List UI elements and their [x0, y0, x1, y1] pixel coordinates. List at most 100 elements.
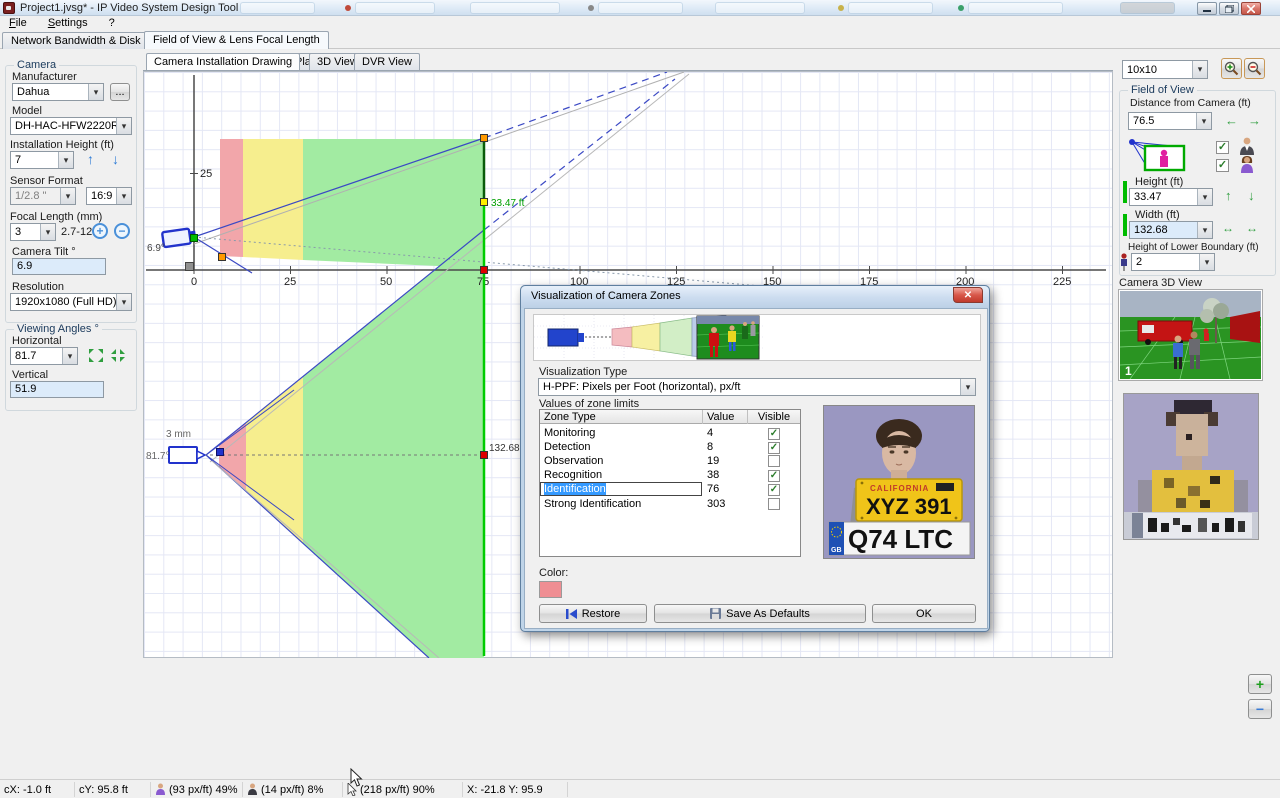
- menu-help[interactable]: ?: [100, 16, 124, 31]
- sensor-size-select[interactable]: 1/2.8 "▾: [10, 187, 76, 205]
- model-select[interactable]: DH-HAC-HFW2220RP-▾: [10, 117, 132, 135]
- distance-select[interactable]: 76.5▾: [1128, 112, 1212, 130]
- zone-row-detection[interactable]: Detection 8 ✓: [540, 440, 800, 454]
- zone-row-recognition[interactable]: Recognition 38 ✓: [540, 468, 800, 482]
- chevron-down-icon[interactable]: ▾: [1192, 61, 1207, 78]
- more-manufacturers-button[interactable]: ...: [110, 83, 130, 101]
- zone-limits-table[interactable]: Zone Type Value Visible Monitoring 4 ✓ D…: [539, 409, 801, 557]
- focal-length-select[interactable]: 3▾: [10, 223, 56, 241]
- grid-size-select[interactable]: 10x10▾: [1122, 60, 1208, 79]
- zone-diagram-banner: [533, 314, 981, 361]
- zone-row-monitoring[interactable]: Monitoring 4 ✓: [540, 426, 800, 440]
- restore-button[interactable]: [1219, 2, 1239, 15]
- handle-fov-height[interactable]: [481, 199, 488, 206]
- camera-tilt-field[interactable]: 6.9: [12, 258, 106, 275]
- chevron-down-icon[interactable]: ▾: [62, 348, 77, 364]
- widen-angle-icon[interactable]: [110, 348, 126, 363]
- chevron-down-icon[interactable]: ▾: [1197, 222, 1212, 238]
- zone-row-observation[interactable]: Observation 19: [540, 454, 800, 468]
- dialog-title-bar[interactable]: Visualization of Camera Zones ✕: [521, 286, 989, 308]
- save-as-defaults-button[interactable]: Save As Defaults: [654, 604, 866, 623]
- close-button[interactable]: [1241, 2, 1261, 15]
- increase-height-icon[interactable]: ↑: [1225, 188, 1232, 203]
- zone-color-swatch[interactable]: [539, 581, 562, 598]
- menu-settings[interactable]: Settings: [39, 16, 97, 31]
- app-icon: [3, 2, 15, 14]
- handle-dead-zone[interactable]: [219, 254, 226, 261]
- remove-camera-button[interactable]: −: [1248, 699, 1272, 719]
- visible-checkbox[interactable]: ✓: [768, 442, 780, 454]
- plan-camera-icon[interactable]: [169, 447, 205, 463]
- zone-row-identification[interactable]: Identification 76 ✓: [540, 482, 800, 496]
- chevron-down-icon[interactable]: ▾: [88, 84, 103, 100]
- lower-camera-icon[interactable]: ↓: [112, 151, 119, 167]
- visualization-type-select[interactable]: H-PPF: Pixels per Foot (horizontal), px/…: [538, 378, 976, 396]
- chevron-down-icon[interactable]: ▾: [116, 188, 131, 204]
- zoom-in-button[interactable]: [1221, 58, 1242, 79]
- handle-camera-position[interactable]: [191, 235, 198, 242]
- raise-camera-icon[interactable]: ↑: [87, 151, 94, 167]
- restore-button[interactable]: Restore: [539, 604, 647, 623]
- vertical-angle-field[interactable]: 51.9: [10, 381, 104, 398]
- chevron-down-icon[interactable]: ▾: [58, 152, 73, 168]
- visible-checkbox[interactable]: [768, 455, 780, 467]
- zoom-in-focal-icon[interactable]: +: [92, 223, 108, 239]
- zone-row-strong-identification[interactable]: Strong Identification 303: [540, 497, 800, 511]
- zoom-out-button[interactable]: [1244, 58, 1265, 79]
- camera-settings-panel: Camera Manufacturer Dahua▾ ... Model DH-…: [0, 55, 143, 660]
- visible-checkbox[interactable]: ✓: [768, 428, 780, 440]
- height-select[interactable]: 33.47▾: [1129, 188, 1213, 206]
- background-window-tab: [470, 2, 560, 14]
- camera-3d-view-thumbnail[interactable]: 1: [1118, 289, 1263, 381]
- svg-text:CALIFORNIA: CALIFORNIA: [870, 484, 929, 493]
- move-target-closer-icon[interactable]: ←: [1225, 113, 1238, 128]
- chevron-down-icon[interactable]: ▾: [116, 294, 131, 310]
- tab-camera-installation-drawing[interactable]: Camera Installation Drawing: [146, 53, 300, 70]
- horizontal-angle-select[interactable]: 81.7▾: [10, 347, 78, 365]
- zone-table-header: Zone Type Value Visible: [540, 410, 800, 424]
- chevron-down-icon[interactable]: ▾: [116, 118, 131, 134]
- zone-name-edit-field[interactable]: Identification: [540, 482, 702, 496]
- zoom-out-focal-icon[interactable]: −: [114, 223, 130, 239]
- show-man-checkbox[interactable]: ✓: [1216, 141, 1229, 154]
- handle-target-distance-plan[interactable]: [481, 452, 488, 459]
- manufacturer-select[interactable]: Dahua▾: [12, 83, 104, 101]
- move-target-farther-icon[interactable]: →: [1248, 113, 1261, 128]
- x-tick-225: 225: [1053, 276, 1071, 288]
- aspect-ratio-select[interactable]: 16:9▾: [86, 187, 132, 205]
- menu-file[interactable]: File: [0, 16, 36, 31]
- x-tick-0: 0: [191, 276, 197, 288]
- narrow-fov-icon[interactable]: ↔: [1246, 221, 1258, 235]
- show-woman-checkbox[interactable]: ✓: [1216, 159, 1229, 172]
- chevron-down-icon[interactable]: ▾: [1199, 254, 1214, 270]
- visible-checkbox[interactable]: ✓: [768, 470, 780, 482]
- chevron-down-icon[interactable]: ▾: [1197, 189, 1212, 205]
- manufacturer-label: Manufacturer: [12, 71, 77, 83]
- widen-fov-icon[interactable]: ↔: [1222, 221, 1234, 235]
- add-camera-button[interactable]: +: [1248, 674, 1272, 694]
- decrease-height-icon[interactable]: ↓: [1248, 188, 1255, 203]
- chevron-down-icon[interactable]: ▾: [1196, 113, 1211, 129]
- handle-target-distance-side[interactable]: [481, 267, 488, 274]
- installation-height-select[interactable]: 7▾: [10, 151, 74, 169]
- tab-dvr-view[interactable]: DVR View: [354, 53, 420, 70]
- resolution-select[interactable]: 1920x1080 (Full HD)▾: [10, 293, 132, 311]
- narrow-angle-icon[interactable]: [88, 348, 104, 363]
- handle-camera-base[interactable]: [186, 263, 194, 271]
- side-upper-fov-ray-extension: [484, 72, 667, 138]
- chevron-down-icon[interactable]: ▾: [960, 379, 975, 395]
- dialog-close-button[interactable]: ✕: [953, 287, 983, 303]
- lower-boundary-select[interactable]: 2▾: [1131, 253, 1215, 271]
- chevron-down-icon[interactable]: ▾: [40, 224, 55, 240]
- visible-checkbox[interactable]: ✓: [768, 484, 780, 496]
- handle-fov-top[interactable]: [481, 135, 488, 142]
- color-label: Color:: [539, 567, 568, 579]
- handle-plan-dead-zone[interactable]: [217, 449, 224, 456]
- width-select[interactable]: 132.68▾: [1129, 221, 1213, 239]
- plan-angle-annotation: 81.7°: [146, 451, 169, 462]
- ok-button[interactable]: OK: [872, 604, 976, 623]
- visible-checkbox[interactable]: [768, 498, 780, 510]
- minimize-button[interactable]: [1197, 2, 1217, 15]
- man-icon: [1239, 137, 1255, 156]
- tab-field-of-view[interactable]: Field of View & Lens Focal Length: [144, 31, 329, 49]
